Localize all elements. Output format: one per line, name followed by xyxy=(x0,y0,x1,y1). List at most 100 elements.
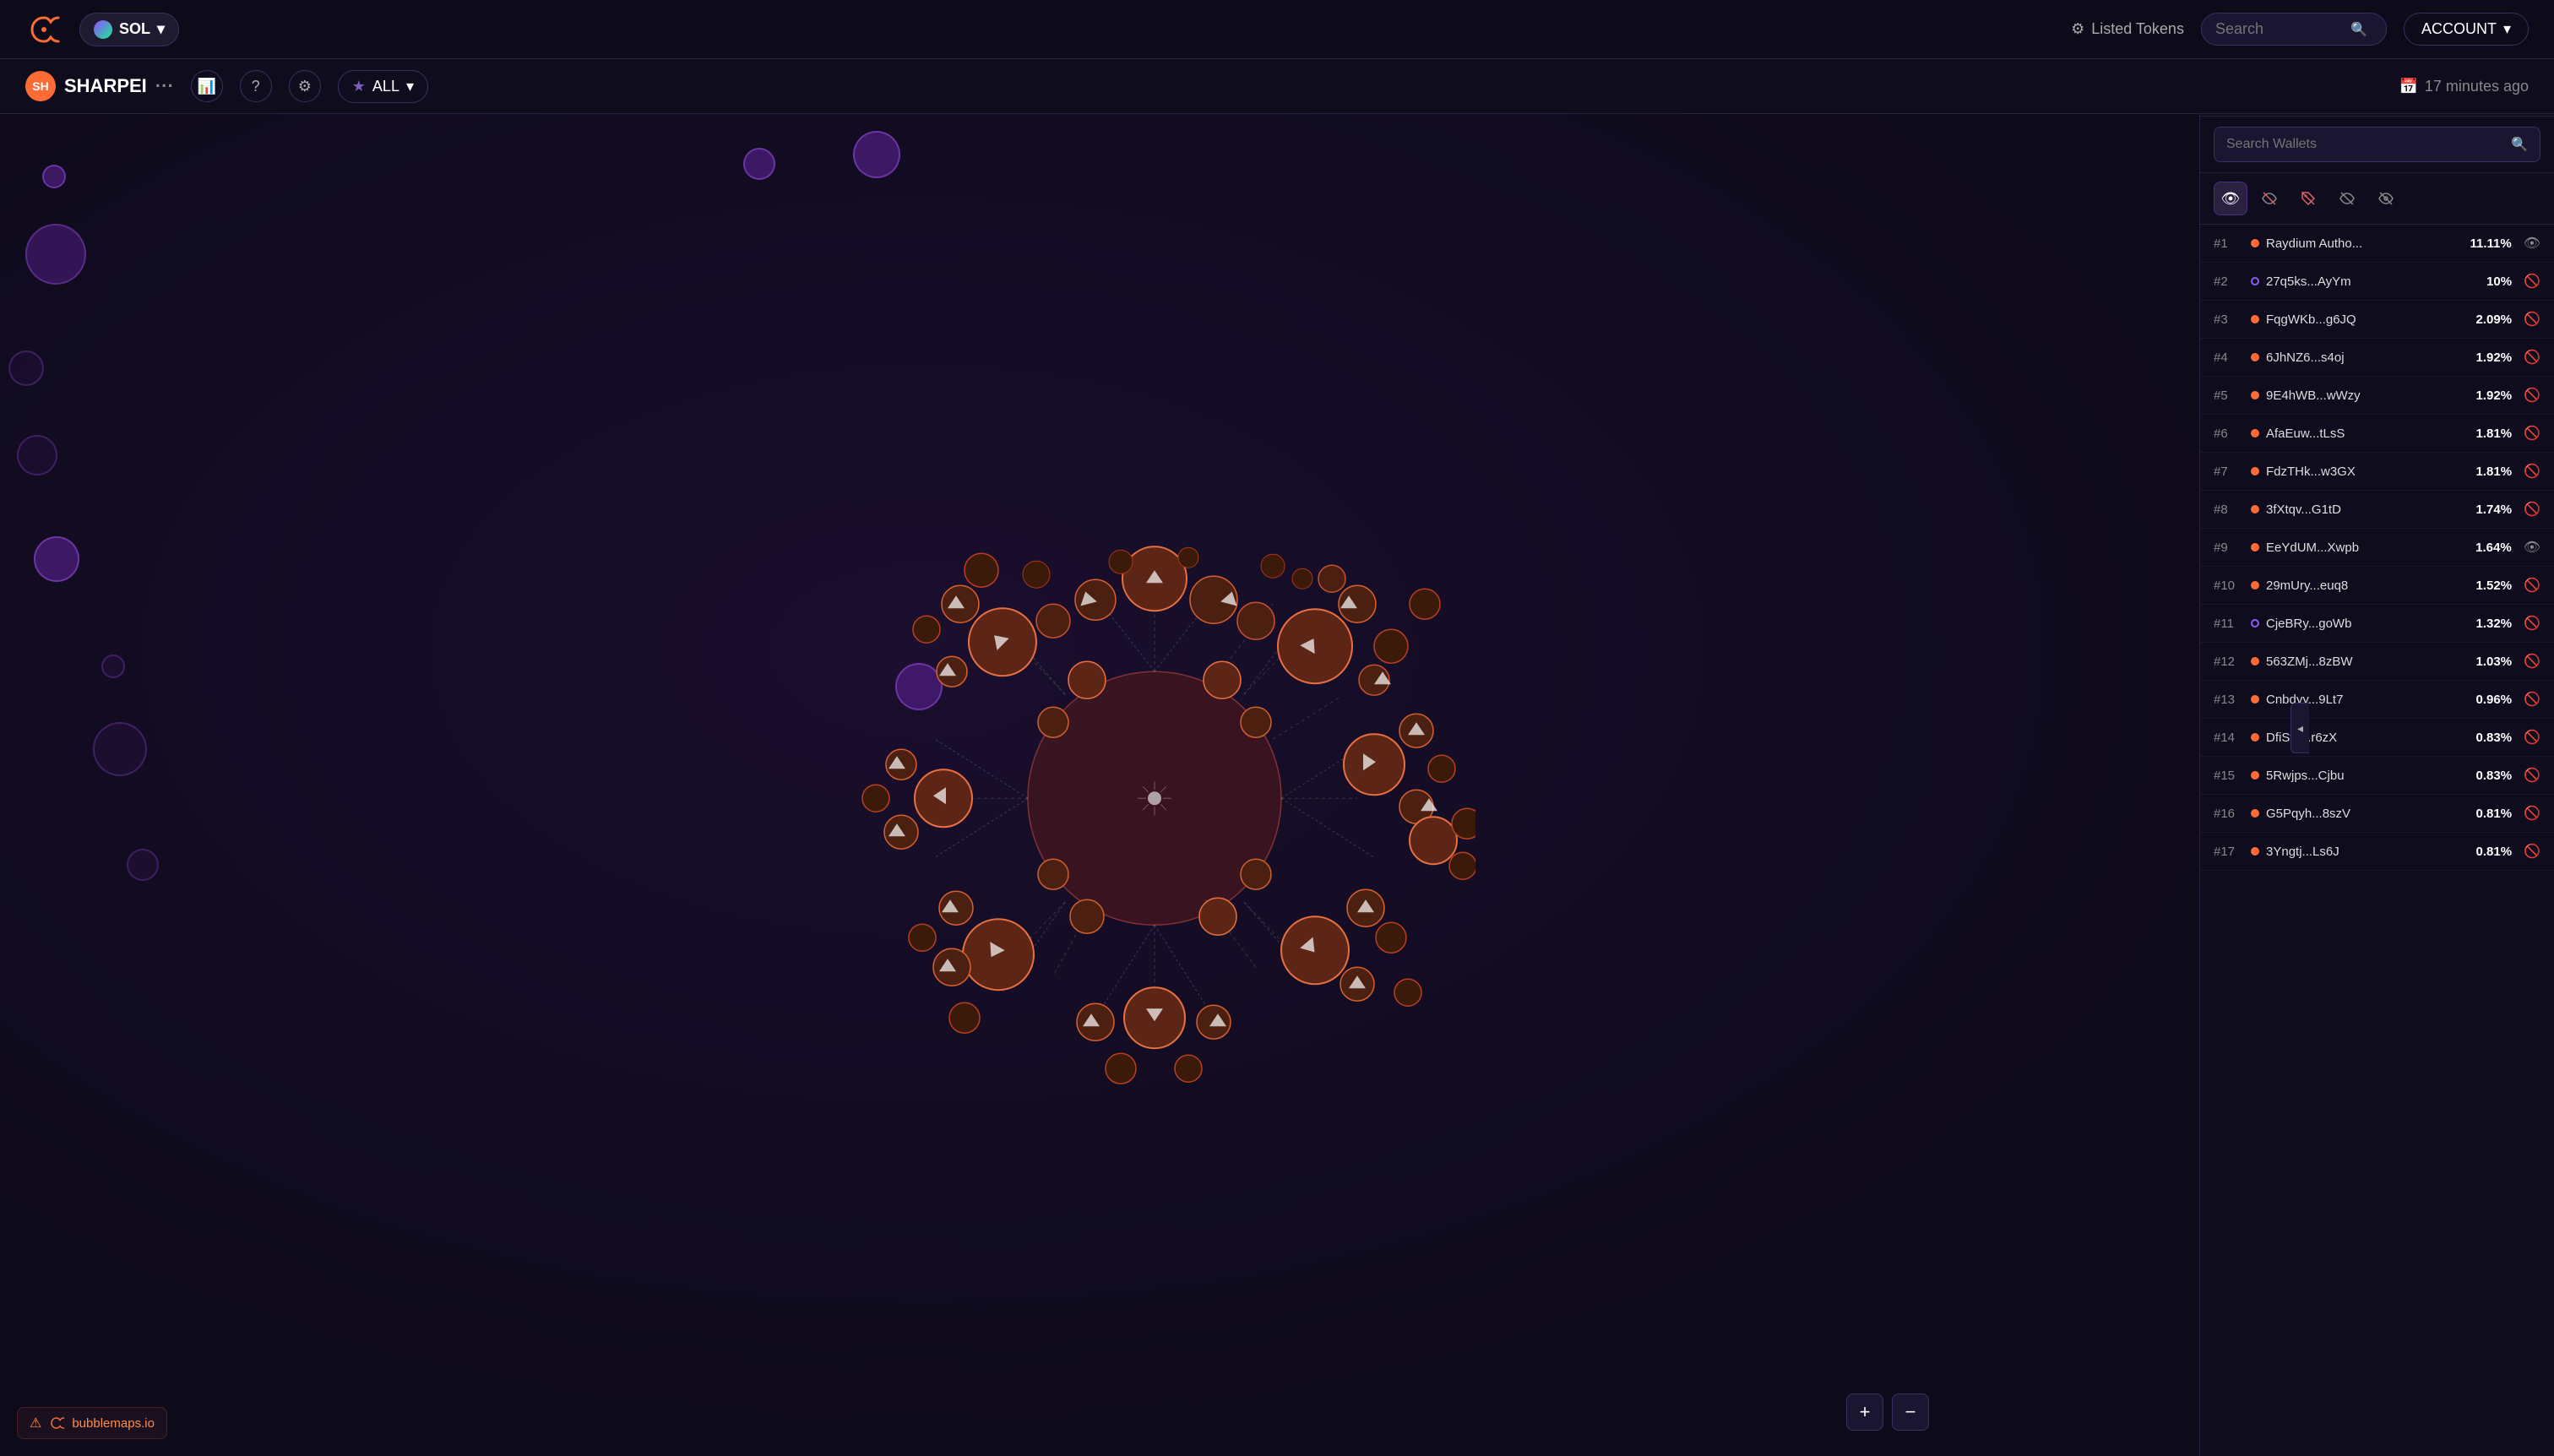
filter-eye-off-button[interactable] xyxy=(2330,182,2364,215)
wallet-percentage: 11.11% xyxy=(2465,236,2512,251)
wallet-list-item[interactable]: #12 563ZMj...8zBW 1.03% 🚫 xyxy=(2200,643,2554,681)
wallet-visibility-toggle[interactable]: 🚫 xyxy=(2524,691,2540,708)
wallet-visibility-toggle[interactable]: 🚫 xyxy=(2524,387,2540,404)
wallets-search-input[interactable] xyxy=(2226,137,2502,152)
wallet-dot xyxy=(2251,315,2259,323)
filter-all-button[interactable]: ★ ALL ▾ xyxy=(338,70,428,103)
filter-show-all-button[interactable]: 👁 xyxy=(2214,182,2247,215)
wallet-list-item[interactable]: #6 AfaEuw...tLsS 1.81% 🚫 xyxy=(2200,415,2554,453)
background-bubble xyxy=(127,849,159,881)
wallet-visibility-toggle[interactable]: 🚫 xyxy=(2524,425,2540,442)
wallet-rank: #2 xyxy=(2214,274,2244,289)
wallet-visibility-toggle[interactable]: 🚫 xyxy=(2524,273,2540,290)
wallet-name: 27q5ks...AyYm xyxy=(2266,274,2459,289)
wallet-visibility-toggle[interactable]: 🚫 xyxy=(2524,767,2540,784)
zoom-out-button[interactable]: − xyxy=(1892,1394,1929,1431)
wallet-list-item[interactable]: #2 27q5ks...AyYm 10% 🚫 xyxy=(2200,263,2554,301)
wallet-rank: #6 xyxy=(2214,426,2244,441)
wallet-percentage: 0.81% xyxy=(2465,807,2512,821)
wallet-rank: #1 xyxy=(2214,236,2244,251)
network-selector[interactable]: SOL ▾ xyxy=(79,13,179,46)
wallet-dot xyxy=(2251,353,2259,361)
wallet-list-item[interactable]: #13 Cnbdyy...9Lt7 0.96% 🚫 xyxy=(2200,681,2554,719)
wallet-list-item[interactable]: #17 3Yngtj...Ls6J 0.81% 🚫 xyxy=(2200,833,2554,871)
background-bubble xyxy=(93,722,147,776)
chevron-down-icon: ▾ xyxy=(157,20,165,38)
wallet-visibility-toggle[interactable]: 🚫 xyxy=(2524,805,2540,822)
chevron-down-icon: ▾ xyxy=(2503,20,2511,38)
block-icon xyxy=(2377,190,2394,207)
wallet-visibility-toggle[interactable]: 🚫 xyxy=(2524,577,2540,594)
wallet-list-item[interactable]: #11 CjeBRy...goWb 1.32% 🚫 xyxy=(2200,605,2554,643)
wallet-dot xyxy=(2251,277,2259,285)
sol-icon xyxy=(94,20,112,39)
wallet-list-item[interactable]: #10 29mUry...euq8 1.52% 🚫 xyxy=(2200,567,2554,605)
wallet-visibility-toggle[interactable]: 🚫 xyxy=(2524,463,2540,480)
filter-tag-button[interactable] xyxy=(2291,182,2325,215)
chart-icon-button[interactable]: 📊 xyxy=(191,70,223,102)
wallet-list-item[interactable]: #9 EeYdUM...Xwpb 1.64% 👁 xyxy=(2200,529,2554,567)
wallet-percentage: 1.92% xyxy=(2465,350,2512,365)
wallet-list-item[interactable]: #8 3fXtqv...G1tD 1.74% 🚫 xyxy=(2200,491,2554,529)
wallet-visibility-toggle[interactable]: 🚫 xyxy=(2524,843,2540,860)
wallet-percentage: 0.83% xyxy=(2465,731,2512,745)
wallet-visibility-toggle[interactable]: 🚫 xyxy=(2524,653,2540,670)
wallet-name: FqgWKb...g6JQ xyxy=(2266,312,2459,327)
network-visualization[interactable] xyxy=(834,477,1475,1119)
settings-icon-button[interactable]: ⚙ xyxy=(289,70,321,102)
help-icon-button[interactable]: ? xyxy=(240,70,272,102)
wallet-visibility-toggle[interactable]: 🚫 xyxy=(2524,615,2540,632)
wallet-name: G5Pqyh...8szV xyxy=(2266,807,2459,821)
wallet-dot xyxy=(2251,847,2259,856)
main-canvas[interactable]: + − xyxy=(0,114,2309,1456)
wallet-visibility-toggle[interactable]: 🚫 xyxy=(2524,729,2540,746)
global-search[interactable]: 🔍 xyxy=(2201,13,2387,46)
wallet-percentage: 1.64% xyxy=(2465,541,2512,555)
search-input[interactable] xyxy=(2215,20,2342,38)
logo[interactable] xyxy=(25,11,62,48)
wallet-list-item[interactable]: #5 9E4hWB...wWzy 1.92% 🚫 xyxy=(2200,377,2554,415)
tag-icon xyxy=(2300,190,2317,207)
wallet-list-item[interactable]: #4 6JhNZ6...s4oj 1.92% 🚫 xyxy=(2200,339,2554,377)
wallet-percentage: 0.96% xyxy=(2465,693,2512,707)
wallets-search-field[interactable]: 🔍 xyxy=(2214,127,2540,162)
wallet-dot xyxy=(2251,733,2259,742)
wallet-dot xyxy=(2251,619,2259,627)
zoom-in-button[interactable]: + xyxy=(1846,1394,1883,1431)
wallet-visibility-toggle[interactable]: 👁 xyxy=(2524,539,2540,556)
wallet-list-item[interactable]: #1 Raydium Autho... 11.11% 👁 xyxy=(2200,225,2554,263)
wallet-rank: #5 xyxy=(2214,388,2244,403)
background-bubble xyxy=(25,224,86,285)
logo-icon xyxy=(25,11,62,48)
wallet-list-item[interactable]: #15 5Rwjps...Cjbu 0.83% 🚫 xyxy=(2200,757,2554,795)
wallet-visibility-toggle[interactable]: 🚫 xyxy=(2524,501,2540,518)
background-bubble xyxy=(42,165,66,188)
background-bubble xyxy=(853,131,900,178)
sidebar-collapse-tab[interactable]: ◂ xyxy=(2290,703,2309,753)
wallet-rank: #15 xyxy=(2214,769,2244,783)
search-icon: 🔍 xyxy=(2511,136,2528,153)
wallet-list-item[interactable]: #16 G5Pqyh...8szV 0.81% 🚫 xyxy=(2200,795,2554,833)
wallet-rank: #3 xyxy=(2214,312,2244,327)
listed-tokens-button[interactable]: ⚙ Listed Tokens xyxy=(2071,20,2184,38)
sub-navigation: SH SHARPEI ··· 📊 ? ⚙ ★ ALL ▾ 📅 17 minute… xyxy=(0,59,2554,114)
filter-block-button[interactable] xyxy=(2369,182,2403,215)
wallet-list-item[interactable]: #14 DfiSto...r6zX 0.83% 🚫 xyxy=(2200,719,2554,757)
wallet-dot xyxy=(2251,809,2259,818)
wallet-visibility-toggle[interactable]: 🚫 xyxy=(2524,349,2540,366)
account-button[interactable]: ACCOUNT ▾ xyxy=(2404,13,2529,46)
wallet-name: Raydium Autho... xyxy=(2266,236,2459,251)
wallet-rank: #8 xyxy=(2214,503,2244,517)
wallet-list-item[interactable]: #3 FqgWKb...g6JQ 2.09% 🚫 xyxy=(2200,301,2554,339)
filter-hide-button[interactable] xyxy=(2252,182,2286,215)
wallet-visibility-toggle[interactable]: 🚫 xyxy=(2524,311,2540,328)
wallet-rank: #16 xyxy=(2214,807,2244,821)
no-eye-icon xyxy=(2339,190,2356,207)
wallet-visibility-toggle[interactable]: 👁 xyxy=(2524,235,2540,252)
wallet-name: 9E4hWB...wWzy xyxy=(2266,388,2459,403)
wallets-search-area: 🔍 xyxy=(2200,117,2554,173)
wallet-dot xyxy=(2251,239,2259,247)
wallet-list-item[interactable]: #7 FdzTHk...w3GX 1.81% 🚫 xyxy=(2200,453,2554,491)
wallet-name: 29mUry...euq8 xyxy=(2266,579,2459,593)
wallet-rank: #14 xyxy=(2214,731,2244,745)
